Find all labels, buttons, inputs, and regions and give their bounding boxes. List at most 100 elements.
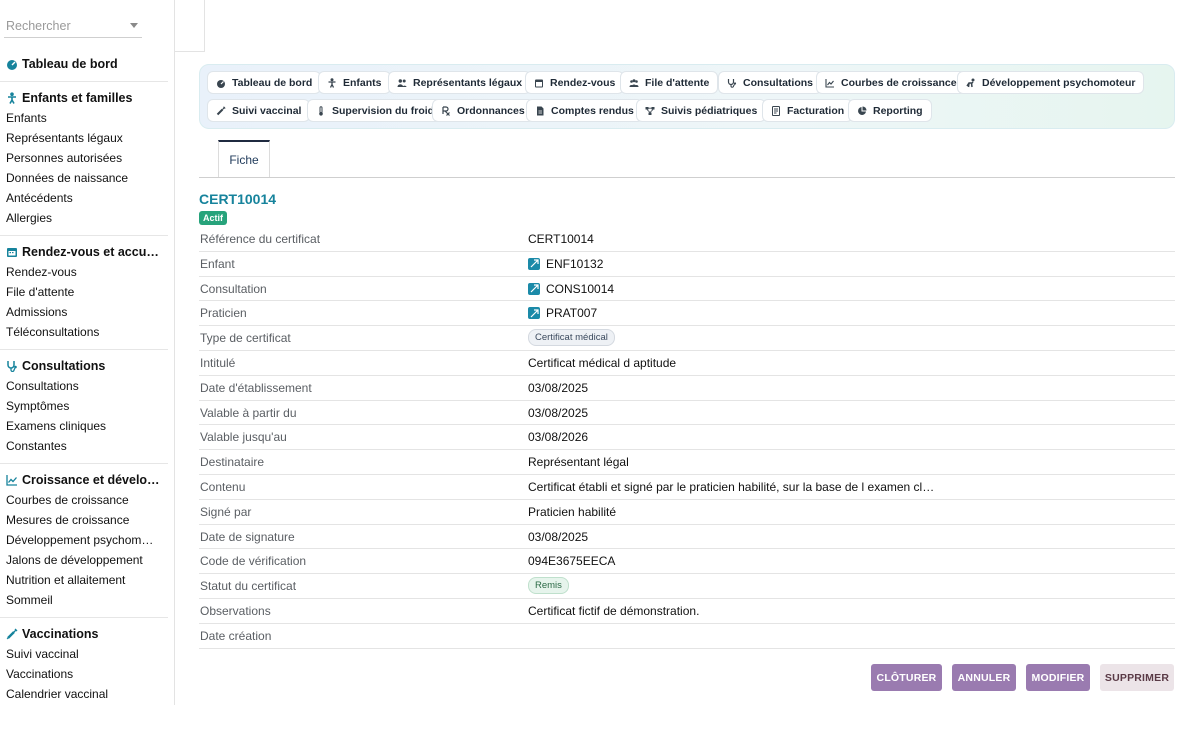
chevron-down-icon[interactable] <box>130 23 138 28</box>
nav-chip-label: Suivi vaccinal <box>232 104 302 117</box>
field-row-contenu: Contenu Certificat établi et signé par l… <box>199 475 1175 500</box>
nav-chip-label: Enfants <box>343 76 382 89</box>
sidebar-item-file-attente[interactable]: File d'attente <box>0 282 168 302</box>
sidebar-item-constantes[interactable]: Constantes <box>0 436 168 456</box>
toolbar-placeholder <box>175 0 205 52</box>
sidebar-item-symptomes[interactable]: Symptômes <box>0 396 168 416</box>
field-row-type: Type de certificat Certificat médical <box>199 326 1175 351</box>
field-value: 03/08/2026 <box>528 430 589 445</box>
calendar-icon <box>535 79 543 87</box>
field-value: CERT10014 <box>528 232 594 246</box>
sidebar-item-suivi-vaccinal[interactable]: Suivi vaccinal <box>0 644 168 664</box>
sidebar-item-admissions[interactable]: Admissions <box>0 302 168 322</box>
sidebar-item-donnees-naissance[interactable]: Données de naissance <box>0 168 168 188</box>
field-row-consultation: Consultation CONS10014 <box>199 277 1175 302</box>
sidebar-item-mesures[interactable]: Mesures de croissance <box>0 510 168 530</box>
sidebar-group-title: Vaccinations <box>22 627 99 641</box>
sidebar-group-vaccinations: Vaccinations Suivi vaccinal Vaccinations… <box>0 624 168 704</box>
field-link-praticien[interactable]: PRAT007 <box>528 306 597 320</box>
field-value: Certificat établi et signé par le pratic… <box>528 479 935 494</box>
sidebar-home-label: Tableau de bord <box>22 57 118 71</box>
field-row-observations: Observations Certificat fictif de démons… <box>199 599 1175 624</box>
nav-chip-label: Facturation <box>787 104 845 117</box>
sidebar-group-header[interactable]: Vaccinations <box>0 624 168 644</box>
sidebar-item-developpement[interactable]: Développement psychom… <box>0 530 168 550</box>
tab-fiche[interactable]: Fiche <box>218 140 270 178</box>
sidebar-item-courbes[interactable]: Courbes de croissance <box>0 490 168 510</box>
sidebar-item-teleconsultations[interactable]: Téléconsultations <box>0 322 168 342</box>
sidebar-item-consultations[interactable]: Consultations <box>0 376 168 396</box>
nav-chip-developpement[interactable]: Développement psychomoteur <box>957 71 1145 94</box>
nav-chip-courbes-croissance[interactable]: Courbes de croissance <box>816 71 966 94</box>
nav-chip-suivis-pediatriques[interactable]: Suivis pédiatriques <box>636 99 767 122</box>
sidebar-group-header[interactable]: Rendez-vous et accu… <box>0 242 168 262</box>
sidebar-item-personnes-autorisees[interactable]: Personnes autorisées <box>0 148 168 168</box>
sidebar-group-header[interactable]: Croissance et dévelo… <box>0 470 168 490</box>
field-row-date-etablissement: Date d'établissement 03/08/2025 <box>199 376 1175 401</box>
field-row-valable-fin: Valable jusqu'au 03/08/2026 <box>199 425 1175 451</box>
nav-chip-label: Comptes rendus <box>551 104 634 117</box>
field-row-date-signature: Date de signature 03/08/2025 <box>199 525 1175 550</box>
nav-chip-ordonnances[interactable]: Ordonnances <box>432 99 534 122</box>
certificate-status-tag: Remis <box>528 577 569 595</box>
field-link-consultation[interactable]: CONS10014 <box>528 282 614 296</box>
nav-chip-reporting[interactable]: Reporting <box>848 99 932 122</box>
sidebar-item-antecedents[interactable]: Antécédents <box>0 188 168 208</box>
field-label: Contenu <box>200 479 246 494</box>
app-root: Rechercher Tableau de bord Enfants et fa… <box>0 0 1200 743</box>
field-row-enfant: Enfant ENF10132 <box>199 252 1175 277</box>
sidebar-group-header[interactable]: Enfants et familles <box>0 88 168 108</box>
nav-chip-tableau-de-bord[interactable]: Tableau de bord <box>207 71 322 94</box>
sidebar-item-vaccinations[interactable]: Vaccinations <box>0 664 168 684</box>
field-row-reference: Référence du certificat CERT10014 <box>199 227 1175 252</box>
cancel-button[interactable]: ANNULER <box>952 664 1016 691</box>
nav-chip-suivi-vaccinal[interactable]: Suivi vaccinal <box>207 99 311 122</box>
close-button[interactable]: CLÔTURER <box>871 664 942 691</box>
record-title: CERT10014 <box>199 191 277 207</box>
field-value: Certificat fictif de démonstration. <box>528 603 700 618</box>
field-label: Signé par <box>200 504 252 519</box>
field-label: Date d'établissement <box>200 380 312 395</box>
network-icon <box>645 106 655 115</box>
sidebar-item-rendez-vous[interactable]: Rendez-vous <box>0 262 168 282</box>
nav-chip-file-attente[interactable]: File d'attente <box>620 71 719 94</box>
sidebar-item-jalons[interactable]: Jalons de développement <box>0 550 168 570</box>
sidebar-item-enfants[interactable]: Enfants <box>0 108 168 128</box>
field-value: 03/08/2025 <box>528 405 589 420</box>
sidebar-divider <box>0 463 168 464</box>
field-link-enfant[interactable]: ENF10132 <box>528 257 603 271</box>
sidebar-home[interactable]: Tableau de bord <box>0 54 168 74</box>
nav-chip-label: Ordonnances <box>457 104 525 117</box>
syringe-icon <box>6 628 18 640</box>
field-label: Type de certificat <box>200 331 291 346</box>
edit-button[interactable]: MODIFIER <box>1026 664 1090 691</box>
nav-chip-facturation[interactable]: Facturation <box>762 99 854 122</box>
sidebar-item-sommeil[interactable]: Sommeil <box>0 590 168 610</box>
sidebar-item-allergies[interactable]: Allergies <box>0 208 168 228</box>
sidebar-item-calendrier-vaccinal[interactable]: Calendrier vaccinal <box>0 684 168 704</box>
nav-chip-label: Suivis pédiatriques <box>661 104 758 117</box>
tab-divider <box>199 177 1175 178</box>
field-label: Valable à partir du <box>200 405 297 420</box>
nav-chip-representants[interactable]: Représentants légaux <box>388 71 532 94</box>
users-icon <box>629 78 639 87</box>
nav-chip-label: Supervision du froid <box>332 104 435 117</box>
field-label: Consultation <box>200 281 267 296</box>
sidebar-group-header[interactable]: Consultations <box>0 356 168 376</box>
nav-chip-comptes-rendus[interactable]: Comptes rendus <box>526 99 643 122</box>
sidebar-item-examens-cliniques[interactable]: Examens cliniques <box>0 416 168 436</box>
search-select[interactable]: Rechercher <box>4 14 142 38</box>
nav-chip-consultations[interactable]: Consultations <box>718 71 822 94</box>
field-row-statut: Statut du certificat Remis <box>199 574 1175 599</box>
thermometer-icon <box>319 105 323 116</box>
nav-chip-enfants[interactable]: Enfants <box>318 71 391 94</box>
nav-chip-rendez-vous[interactable]: Rendez-vous <box>525 71 625 94</box>
sidebar-item-nutrition[interactable]: Nutrition et allaitement <box>0 570 168 590</box>
field-row-intitule: Intitulé Certificat médical d aptitude <box>199 351 1175 376</box>
prescription-icon <box>442 105 450 116</box>
nav-chip-supervision-froid[interactable]: Supervision du froid <box>307 99 444 122</box>
field-row-code-verification: Code de vérification 094E3675EECA <box>199 549 1175 575</box>
nav-chip-label: File d'attente <box>645 76 710 89</box>
sidebar-item-representants[interactable]: Représentants légaux <box>0 128 168 148</box>
delete-button[interactable]: SUPPRIMER <box>1100 664 1174 691</box>
